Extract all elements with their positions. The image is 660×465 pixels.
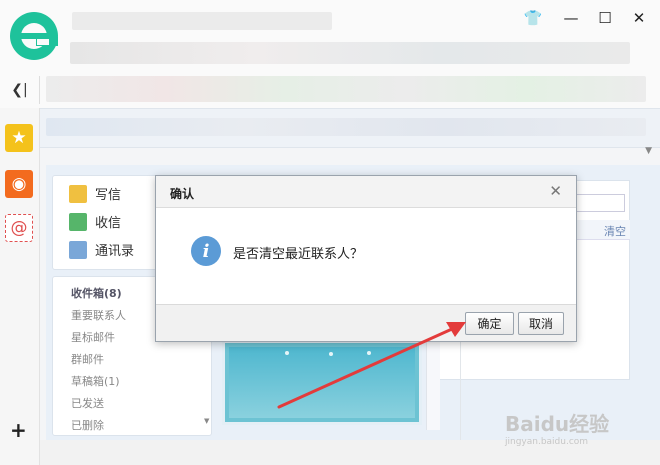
folder-inbox[interactable]: 收件箱(8) (71, 285, 122, 301)
preview-image (222, 340, 422, 425)
browser-sidebar: ★ ◉ @ (0, 108, 40, 465)
contact-search-input[interactable] (575, 194, 625, 212)
blurred-bookmarks (46, 76, 646, 102)
contacts-icon (69, 240, 87, 259)
contacts-label: 通讯录 (95, 244, 135, 259)
dialog-header: 确认 ✕ (156, 176, 576, 208)
receive-action[interactable]: 收信 (69, 212, 121, 231)
folder-important-contacts[interactable]: 重要联系人 (71, 307, 126, 323)
dialog-title: 确认 (170, 187, 195, 201)
dialog-message: 是否清空最近联系人？ (233, 247, 364, 262)
folder-group-mail[interactable]: 群邮件 (71, 351, 104, 367)
skin-icon[interactable]: 👕 (522, 8, 544, 28)
dialog-footer: 确定 取消 (156, 304, 576, 341)
close-icon[interactable]: ✕ (549, 182, 562, 200)
blurred-toolbar (70, 42, 630, 64)
mail-at-icon[interactable]: @ (5, 214, 33, 242)
ok-button[interactable]: 确定 (465, 312, 514, 335)
scroll-down-icon[interactable]: ▼ (204, 417, 209, 425)
compose-action[interactable]: 写信 (69, 184, 121, 203)
divider (460, 330, 461, 440)
browser-chrome: 👕 — ☐ ✕ ❮| (0, 0, 660, 108)
collapse-sidebar-icon[interactable]: ❮| (0, 76, 40, 104)
compose-label: 写信 (95, 188, 122, 203)
confirm-dialog: 确认 ✕ i 是否清空最近联系人？ 确定 取消 (155, 175, 577, 342)
maximize-icon[interactable]: ☐ (594, 8, 616, 28)
browser-e-logo[interactable] (10, 12, 58, 60)
cancel-button[interactable]: 取消 (518, 312, 564, 335)
folder-deleted[interactable]: 已删除 (71, 417, 104, 433)
inbox-download-icon (69, 212, 87, 231)
baidu-watermark-url: jingyan.baidu.com (505, 437, 589, 447)
add-icon[interactable]: + (10, 418, 27, 442)
favorites-star-icon[interactable]: ★ (5, 124, 33, 152)
info-icon: i (191, 236, 221, 266)
baidu-watermark: Baidu经验 (505, 412, 610, 436)
blurred-address-bar (46, 118, 646, 136)
blurred-tab-area (72, 12, 332, 30)
folder-drafts[interactable]: 草稿箱(1) (71, 373, 120, 389)
close-icon[interactable]: ✕ (628, 8, 650, 28)
weibo-icon[interactable]: ◉ (5, 170, 33, 198)
contacts-action[interactable]: 通讯录 (69, 240, 134, 259)
receive-label: 收信 (95, 216, 122, 231)
pane-scrollbar[interactable] (426, 330, 440, 430)
minimize-icon[interactable]: — (560, 8, 582, 28)
folder-starred[interactable]: 星标邮件 (71, 329, 115, 345)
compose-icon (69, 184, 87, 203)
folder-sent[interactable]: 已发送 (71, 395, 104, 411)
chevron-down-icon[interactable]: ▼ (645, 146, 652, 156)
clear-recent-link[interactable]: 清空 (604, 223, 626, 239)
